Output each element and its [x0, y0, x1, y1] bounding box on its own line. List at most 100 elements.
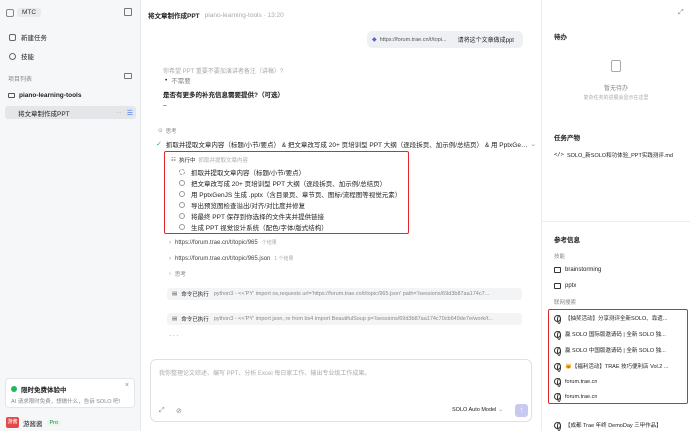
page-title: 将文章制作成PPT — [148, 13, 200, 20]
project-name: piano-learning-tools — [19, 92, 82, 99]
model-name: SOLO Auto Model — [452, 407, 497, 413]
close-icon[interactable]: × — [125, 382, 129, 389]
web-result[interactable]: 【成都 Trae 年终 DemoDay 三甲作品】 — [554, 421, 684, 431]
terminal-icon: ▤ — [172, 291, 178, 297]
user-name: 游酱酱 — [23, 420, 43, 428]
skill-name: pptx — [565, 283, 577, 289]
chevron-right-icon: › — [169, 239, 171, 246]
right-panel: ⤢ 待办 暂无待办 复杂任务的进展会显示在这里 任务产物 </> SOLO_新S… — [541, 0, 690, 431]
folder-icon — [8, 93, 15, 98]
link-icon: ◆ — [372, 37, 377, 43]
code-icon: </> — [554, 152, 564, 158]
promo-title: 限时免费体验中 — [21, 387, 67, 394]
new-folder-icon[interactable] — [124, 73, 132, 79]
user-avatar: 游酱 — [6, 417, 19, 428]
search-result-2[interactable]: › https://forum.trae.cn/t/topic/965.json… — [169, 255, 294, 263]
chevron-right-icon: › — [169, 271, 171, 277]
task-row: 把文章改写成 20+ 页培训型 PPT 大纲（逐段拆页、加示例/总结页） — [179, 178, 386, 188]
expand-icon[interactable]: ⤢ — [159, 407, 165, 415]
in-progress-icon — [179, 169, 185, 175]
composer-input[interactable]: 我你整理论文综述、编写 PPT、分析 Excel 每日家工作、输出专业级工作成果… — [159, 368, 519, 377]
command-block-1[interactable]: ▤ 命令已执行 python3 - <<'PY' import os,reque… — [167, 288, 522, 300]
check-circle-icon: ✓ — [156, 141, 162, 148]
workspace-switcher[interactable]: MTC — [6, 8, 42, 17]
refs-title: 参考信息 — [554, 237, 580, 244]
web-result[interactable]: forum.trae.cn — [554, 393, 684, 402]
globe-icon — [554, 330, 561, 340]
artifacts-title: 任务产物 — [554, 135, 580, 142]
web-result[interactable]: forum.trae.cn — [554, 378, 684, 387]
search-result-url-1[interactable]: https://forum.trae.cn/t/topic/965 — [175, 240, 258, 246]
answer-item: • 不需要 — [165, 76, 191, 86]
web-result-title: forum.trae.cn — [565, 378, 598, 385]
task-row: 抓取并提取文章内容（标题/小节/要点） — [179, 167, 305, 177]
promo-card: 限时免费体验中 × AI 请求限时免费，想做什么，告诉 SOLO 吧! — [5, 378, 135, 408]
exec-status: ☷ 执行中 抓取并提取文章内容 — [171, 156, 248, 164]
globe-icon — [554, 314, 561, 324]
loading-dots: ··· — [169, 331, 180, 340]
attach-icon[interactable]: ⊘ — [176, 407, 182, 415]
web-result-title: 赢 SOLO 国际版邀请码 | 全新 SOLO 独... — [565, 332, 666, 338]
user-profile[interactable]: 游酱 游酱酱 Pro — [6, 417, 62, 428]
exec-label: 执行中 — [178, 158, 196, 164]
task-row: 导出预览图检查溢出/对齐/对比度并修复 — [179, 200, 305, 210]
collapse-sidebar-icon[interactable] — [124, 8, 132, 16]
send-button[interactable]: ↑ — [515, 404, 528, 417]
pending-icon — [179, 202, 185, 208]
command-text-2: python3 - <<'PY' import json, re from bs… — [213, 316, 493, 322]
follow-up-question: 是否有更多的补充信息需要提供?（可选） — [163, 92, 284, 99]
more-icon[interactable]: ··· — [115, 109, 122, 116]
sidebar: MTC 新建任务 技能 项目列表 piano-learning-tools 将文… — [0, 0, 141, 431]
search-result-meta-1: 个结果 — [261, 240, 277, 246]
thinking-toggle-1[interactable]: ⊙ 思考 — [158, 127, 177, 135]
task-label: 把文章改写成 20+ 页培训型 PPT 大纲（逐段拆页、加示例/总结页） — [191, 181, 387, 188]
command-label: 命令已执行 — [181, 292, 209, 298]
todo-title: 待办 — [554, 34, 567, 41]
task-item-active[interactable]: 将文章制作成PPT ··· ☰ — [5, 106, 136, 119]
list-icon: ☷ — [171, 157, 176, 163]
collapse-panel-icon[interactable]: ⤢ — [678, 9, 684, 17]
user-message-url[interactable]: https://forum.trae.cn/t/topi... — [380, 37, 452, 43]
skill-item[interactable]: brainstorming — [554, 267, 601, 273]
thinking-label-2: 思考 — [174, 272, 186, 278]
web-result-title: 【成都 Trae 年终 DemoDay 三甲作品】 — [565, 423, 662, 429]
model-selector[interactable]: SOLO Auto Model ⌄ — [452, 407, 503, 413]
web-result[interactable]: 🐱【福利活动】TRAE 技巧便利店 Vol.2 ... — [554, 362, 684, 372]
task-label: 抓取并提取文章内容（标题/小节/要点） — [191, 170, 306, 177]
task-summary[interactable]: ✓ 抓取并提取文章内容（标题/小节/要点） & 把文章改写成 20+ 页培训型 … — [156, 139, 536, 149]
task-label: 生成 PPT 视觉设计系统（配色/字体/版式结构） — [191, 225, 328, 232]
skills-button[interactable]: 技能 — [9, 51, 34, 61]
todo-empty-icon — [611, 60, 621, 72]
header: 将文章制作成PPT piano-learning-tools · 13:20 — [148, 10, 284, 21]
pro-badge: Pro — [46, 419, 62, 426]
list-icon[interactable]: ☰ — [127, 109, 133, 117]
faded-question: 你希望 PPT 重要不要加演讲者备注（讲稿）? — [163, 69, 284, 75]
artifact-file[interactable]: </> SOLO_新SOLO和功体验_PPT实践测评.md — [554, 151, 688, 159]
answer-dash: – — [163, 102, 167, 109]
new-task-button[interactable]: 新建任务 — [9, 32, 47, 42]
globe-icon — [554, 378, 561, 387]
pending-icon — [179, 180, 185, 186]
promo-text: AI 请求限时免费，想做什么，告诉 SOLO 吧! — [11, 399, 121, 405]
task-row: 生成 PPT 视觉设计系统（配色/字体/版式结构） — [179, 222, 328, 232]
chevron-down-icon[interactable]: ⌄ — [531, 140, 536, 148]
skills-heading: 技能 — [554, 254, 566, 260]
command-label: 命令已执行 — [181, 317, 209, 323]
workspace-name: MTC — [17, 8, 42, 17]
search-result-1[interactable]: › https://forum.trae.cn/t/topic/965 个结果 — [169, 239, 277, 247]
web-result[interactable]: 赢 SOLO 中国版邀请码 | 全新 SOLO 独... — [554, 346, 684, 356]
web-result[interactable]: 赢 SOLO 国际版邀请码 | 全新 SOLO 独... — [554, 330, 684, 340]
search-result-url-2[interactable]: https://forum.trae.cn/t/topic/965.json — [175, 256, 270, 262]
command-block-2[interactable]: ▤ 命令已执行 python3 - <<'PY' import json, re… — [167, 313, 522, 325]
project-item[interactable]: piano-learning-tools — [8, 92, 81, 99]
web-result[interactable]: 【抽奖活动】分享测评全新SOLO、靠遗... — [554, 314, 684, 324]
skills-icon — [9, 52, 16, 60]
folder-icon — [554, 267, 561, 273]
pending-icon — [179, 213, 185, 219]
thinking-toggle-2[interactable]: › 思考 — [169, 270, 186, 278]
skill-item[interactable]: pptx — [554, 283, 576, 289]
globe-icon — [554, 346, 561, 356]
chevron-down-icon: ⌄ — [498, 407, 503, 413]
task-item-label: 将文章制作成PPT — [18, 110, 70, 118]
user-message-bubble: ◆ https://forum.trae.cn/t/topi... 请将这个文章… — [367, 31, 523, 48]
